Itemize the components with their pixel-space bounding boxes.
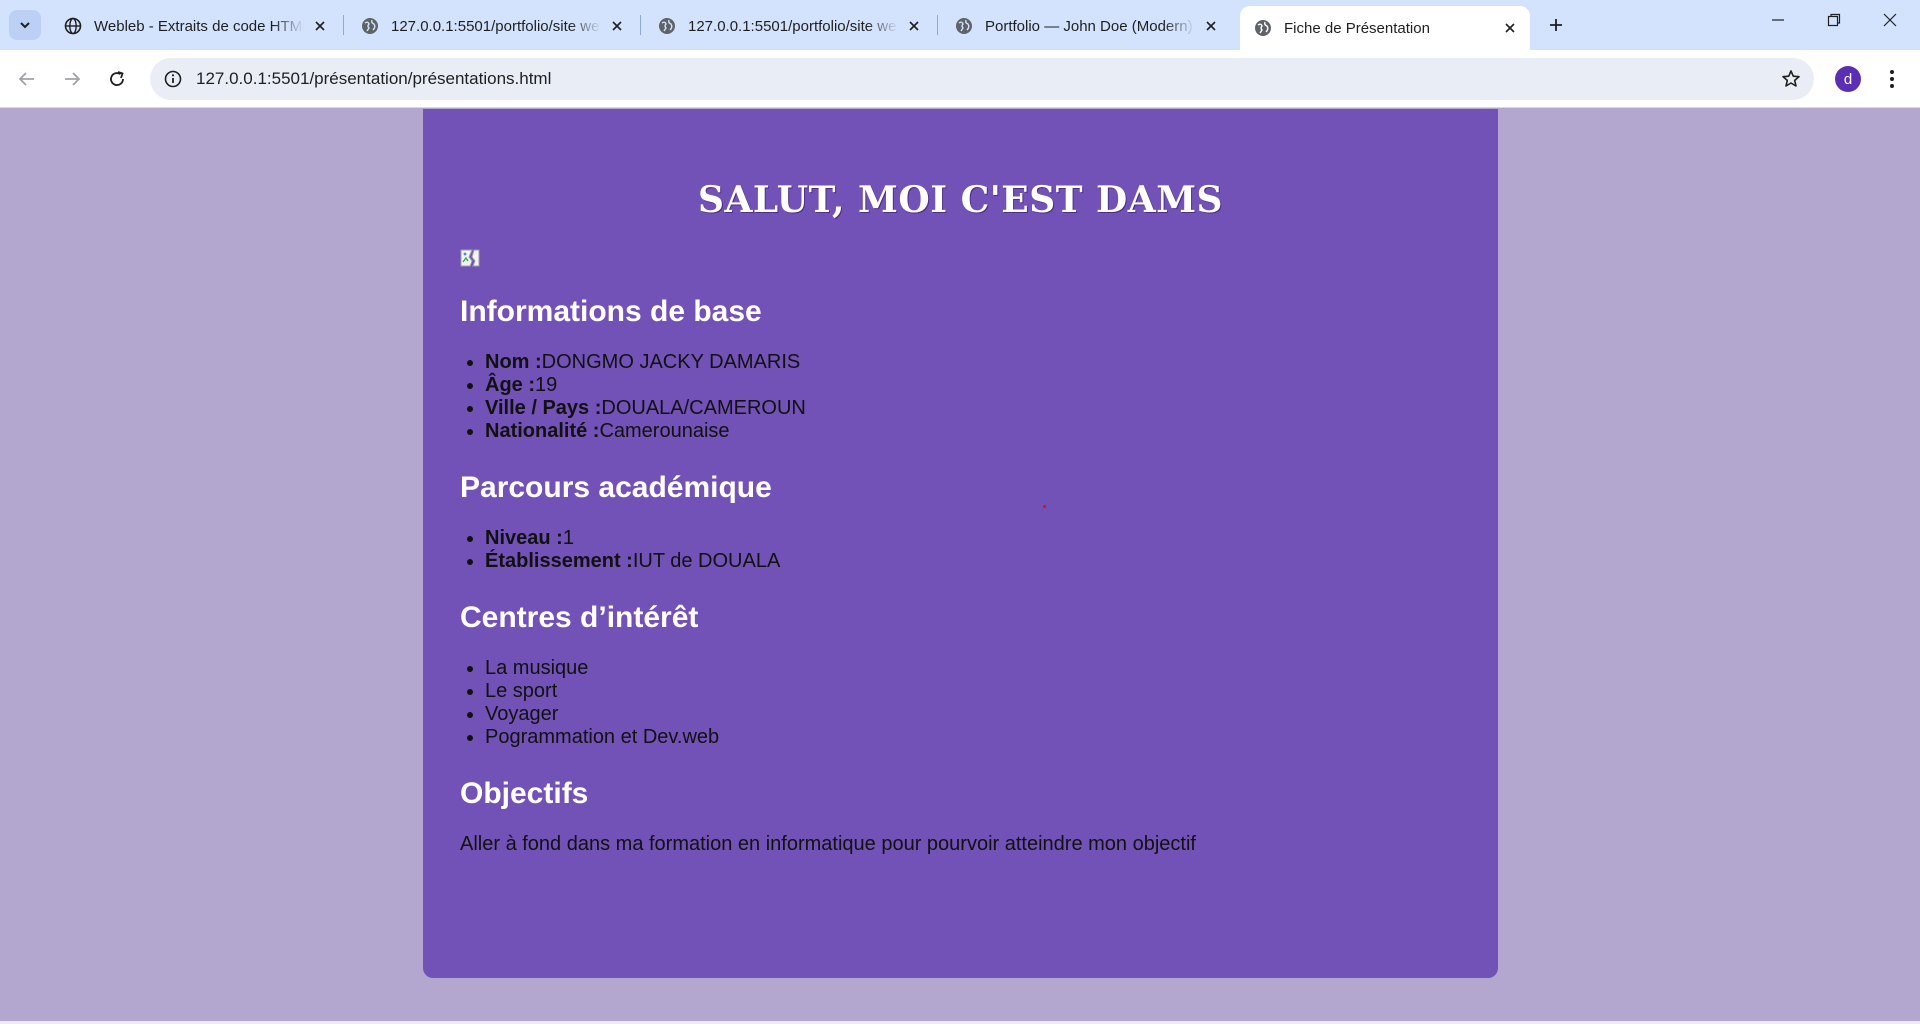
arrow-right-icon <box>65 72 81 86</box>
list-item: Ville / Pays :DOUALA/CAMEROUN <box>485 397 1461 420</box>
globe-icon <box>362 18 378 34</box>
list-item: Voyager <box>485 703 1461 726</box>
restore-icon <box>1827 13 1841 27</box>
close-tab-icon[interactable] <box>310 16 330 36</box>
field-value: 19 <box>535 374 558 396</box>
tab-title: Portfolio — John Doe (Modern) <box>985 17 1193 35</box>
browser-menu-button[interactable] <box>1880 65 1904 93</box>
section-heading-academic: Parcours académique <box>460 471 772 504</box>
list-item: Âge :19 <box>485 374 1461 397</box>
arrow-left-icon <box>18 72 34 86</box>
list-item: Nom :DONGMO JACKY DAMARIS <box>485 351 1461 374</box>
close-tab-icon[interactable] <box>1201 16 1221 36</box>
tab-title: Fiche de Présentation <box>1284 19 1430 37</box>
new-tab-button[interactable] <box>1544 13 1568 37</box>
goals-text: Aller à fond dans ma formation en inform… <box>460 833 1196 855</box>
close-tab-icon[interactable] <box>1500 18 1520 38</box>
url-text[interactable]: 127.0.0.1:5501/présentation/présentation… <box>196 69 551 89</box>
globe-icon <box>64 17 82 35</box>
tab-fiche-presentation[interactable]: Fiche de Présentation <box>1240 6 1530 50</box>
close-tab-icon[interactable] <box>904 16 924 36</box>
tab-separator <box>937 15 938 35</box>
back-button[interactable] <box>11 63 43 95</box>
list-item: Le sport <box>485 680 1461 703</box>
reload-icon <box>110 71 124 86</box>
list-item: Pogrammation et Dev.web <box>485 726 1461 749</box>
field-value: DONGMO JACKY DAMARIS <box>541 351 801 373</box>
field-label: Nationalité : <box>485 420 600 442</box>
list-item: La musique <box>485 657 1461 680</box>
profile-photo <box>460 249 480 267</box>
field-value: 1 <box>562 527 574 549</box>
list-item: Nationalité :Camerounaise <box>485 420 1461 443</box>
tab-title: 127.0.0.1:5501/portfolio/site web <box>688 17 898 35</box>
page-viewport: Salut, moi c'est Dams Informations de ba… <box>0 109 1920 1021</box>
tab-portfolio-john-doe[interactable]: Portfolio — John Doe (Modern) <box>941 6 1231 46</box>
minimize-icon <box>1772 19 1784 21</box>
browser-toolbar: 127.0.0.1:5501/présentation/présentation… <box>0 50 1920 108</box>
field-value: Camerounaise <box>599 420 730 442</box>
field-value: IUT de DOUALA <box>632 550 781 572</box>
field-label: Nom : <box>485 351 542 373</box>
page-title: Salut, moi c'est Dams <box>697 179 1224 221</box>
field-label: Niveau : <box>485 527 563 549</box>
section-heading-goals: Objectifs <box>460 777 589 810</box>
presentation-card: Salut, moi c'est Dams Informations de ba… <box>423 109 1498 978</box>
address-bar[interactable]: 127.0.0.1:5501/présentation/présentation… <box>150 58 1814 100</box>
site-info-icon[interactable] <box>162 68 184 90</box>
list-item: Établissement :IUT de DOUALA <box>485 550 1461 573</box>
interests-list: La musique Le sport Voyager Pogrammation… <box>460 657 1461 749</box>
field-label: Établissement : <box>485 550 633 572</box>
reload-button[interactable] <box>101 63 133 95</box>
profile-avatar[interactable]: d <box>1835 66 1861 92</box>
close-window-button[interactable] <box>1862 0 1918 40</box>
list-item: Niveau :1 <box>485 527 1461 550</box>
globe-icon <box>956 18 972 34</box>
cursor-dot <box>1043 505 1046 508</box>
tab-title: Webleb - Extraits de code HTML <box>94 17 304 35</box>
plus-icon <box>1550 19 1562 31</box>
minimize-button[interactable] <box>1750 0 1806 40</box>
tab-separator <box>640 15 641 35</box>
close-tab-icon[interactable] <box>607 16 627 36</box>
globe-icon <box>659 18 675 34</box>
section-heading-interests: Centres d’intérêt <box>460 601 699 634</box>
tab-webleb[interactable]: Webleb - Extraits de code HTML <box>50 6 340 46</box>
tab-portfolio-1[interactable]: 127.0.0.1:5501/portfolio/site web <box>347 6 637 46</box>
field-label: Ville / Pays : <box>485 397 602 419</box>
field-value: DOUALA/CAMEROUN <box>601 397 806 419</box>
academic-list: Niveau :1 Établissement :IUT de DOUALA <box>460 527 1461 573</box>
restore-button[interactable] <box>1806 0 1862 40</box>
field-label: Âge : <box>485 374 535 396</box>
basic-info-list: Nom :DONGMO JACKY DAMARIS Âge :19 Ville … <box>460 351 1461 443</box>
close-icon <box>1883 13 1897 27</box>
forward-button[interactable] <box>56 63 88 95</box>
tab-strip: Webleb - Extraits de code HTML 127.0.0.1… <box>0 0 1920 50</box>
section-heading-basic-info: Informations de base <box>460 295 762 328</box>
globe-icon <box>1255 20 1271 36</box>
bookmark-star-icon[interactable] <box>1780 68 1802 90</box>
tab-portfolio-2[interactable]: 127.0.0.1:5501/portfolio/site web <box>644 6 934 46</box>
tab-title: 127.0.0.1:5501/portfolio/site web <box>391 17 601 35</box>
chevron-down-icon <box>20 22 30 29</box>
tab-separator <box>343 15 344 35</box>
more-vertical-icon <box>1890 70 1894 88</box>
tab-search-button[interactable] <box>9 10 41 40</box>
broken-image-icon <box>460 249 480 267</box>
